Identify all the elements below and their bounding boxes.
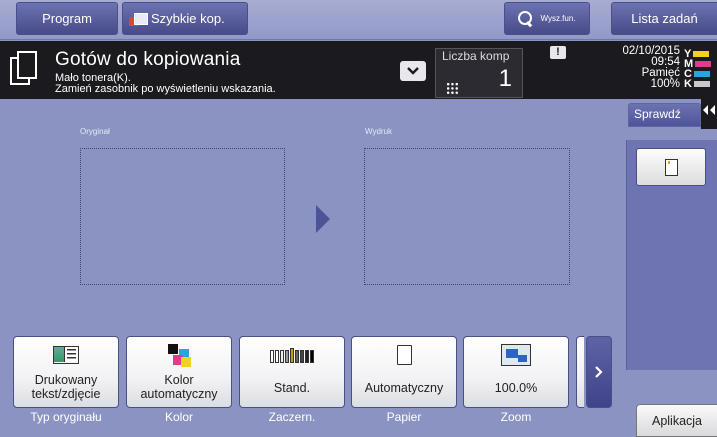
quick-copy-icon [129, 12, 148, 26]
chevron-down-icon [407, 67, 419, 75]
color-value-line2: automatyczny [140, 387, 218, 401]
toner-levels: Y M C K [684, 49, 717, 90]
zoom-button[interactable]: 100.0% [463, 336, 569, 408]
quick-copy-button[interactable]: Szybkie kop. [122, 2, 248, 35]
zoom-caption: Zoom [500, 410, 532, 424]
status-expand-button[interactable] [400, 61, 426, 81]
output-label: Wydruk [365, 127, 393, 136]
paper-value: Automatyczny [364, 381, 444, 395]
color-icon [168, 344, 191, 367]
text-photo-icon [53, 346, 79, 364]
next-function-button-partial[interactable] [576, 336, 584, 408]
applications-button[interactable]: Aplikacja [636, 404, 717, 437]
status-title: Gotów do kopiowania [55, 49, 241, 70]
copy-count-value: 1 [498, 65, 512, 92]
check-tab-label: Sprawdź [634, 107, 681, 121]
original-type-value-line1: Drukowany [34, 373, 98, 387]
original-preview [80, 148, 285, 285]
copy-count-label: Liczba komp [442, 49, 510, 63]
density-value: Stand. [273, 381, 311, 395]
search-function-button[interactable]: Wysz.fun. [504, 2, 590, 35]
status-message-line2: Zamień zasobnik po wyświetleniu wskazani… [55, 83, 276, 95]
status-message: Mało tonera(K). Zamień zasobnik po wyświ… [55, 73, 276, 95]
output-preview [364, 148, 570, 285]
original-label: Oryginał [80, 127, 110, 136]
density-button[interactable]: Stand. [239, 336, 345, 408]
side-panel-toggle[interactable] [701, 91, 717, 129]
paper-button[interactable]: Automatyczny [351, 336, 457, 408]
copy-document-icon [10, 51, 38, 87]
color-button[interactable]: Kolor automatyczny [126, 336, 232, 408]
toner-k: K [684, 79, 717, 90]
original-type-button[interactable]: Drukowany tekst/zdjęcie [13, 336, 119, 408]
program-button[interactable]: Program [16, 2, 118, 35]
job-list-button[interactable]: Lista zadań [611, 2, 717, 35]
density-icon [270, 347, 314, 363]
arrow-right-icon [316, 205, 330, 233]
quick-copy-label: Szybkie kop. [151, 11, 225, 26]
color-value-line1: Kolor [164, 373, 194, 387]
zoom-icon [501, 344, 531, 366]
search-function-label: Wysz.fun. [540, 14, 576, 23]
status-bar: Gotów do kopiowania Mało tonera(K). Zami… [0, 41, 717, 99]
keypad-icon [446, 82, 459, 95]
chevron-right-icon [595, 366, 603, 378]
job-list-label: Lista zadań [631, 11, 698, 26]
memory-value: 100% [650, 78, 680, 90]
side-document-button[interactable] [636, 148, 706, 186]
original-type-value-line2: tekst/zdjęcie [31, 387, 101, 401]
applications-label: Aplikacja [651, 413, 703, 428]
search-icon [518, 10, 534, 27]
zoom-value: 100.0% [494, 381, 538, 395]
status-info: 02/10/2015 09:54 Pamięć 100% [598, 45, 680, 90]
double-chevron-left-icon [703, 105, 715, 115]
program-button-label: Program [42, 11, 92, 26]
density-caption: Zaczern. [268, 410, 316, 424]
check-tab[interactable]: Sprawdź [628, 103, 701, 127]
copy-count-field[interactable]: Liczba komp 1 [435, 48, 523, 98]
scroll-functions-button[interactable] [586, 336, 612, 408]
paper-caption: Papier [386, 410, 422, 424]
warning-icon[interactable]: ! [550, 46, 566, 59]
paper-icon [396, 345, 412, 365]
top-bar: Program Szybkie kop. Wysz.fun. Lista zad… [0, 0, 717, 40]
document-icon [664, 158, 678, 176]
color-caption: Kolor [164, 410, 193, 424]
original-type-caption: Typ oryginału [30, 410, 102, 424]
